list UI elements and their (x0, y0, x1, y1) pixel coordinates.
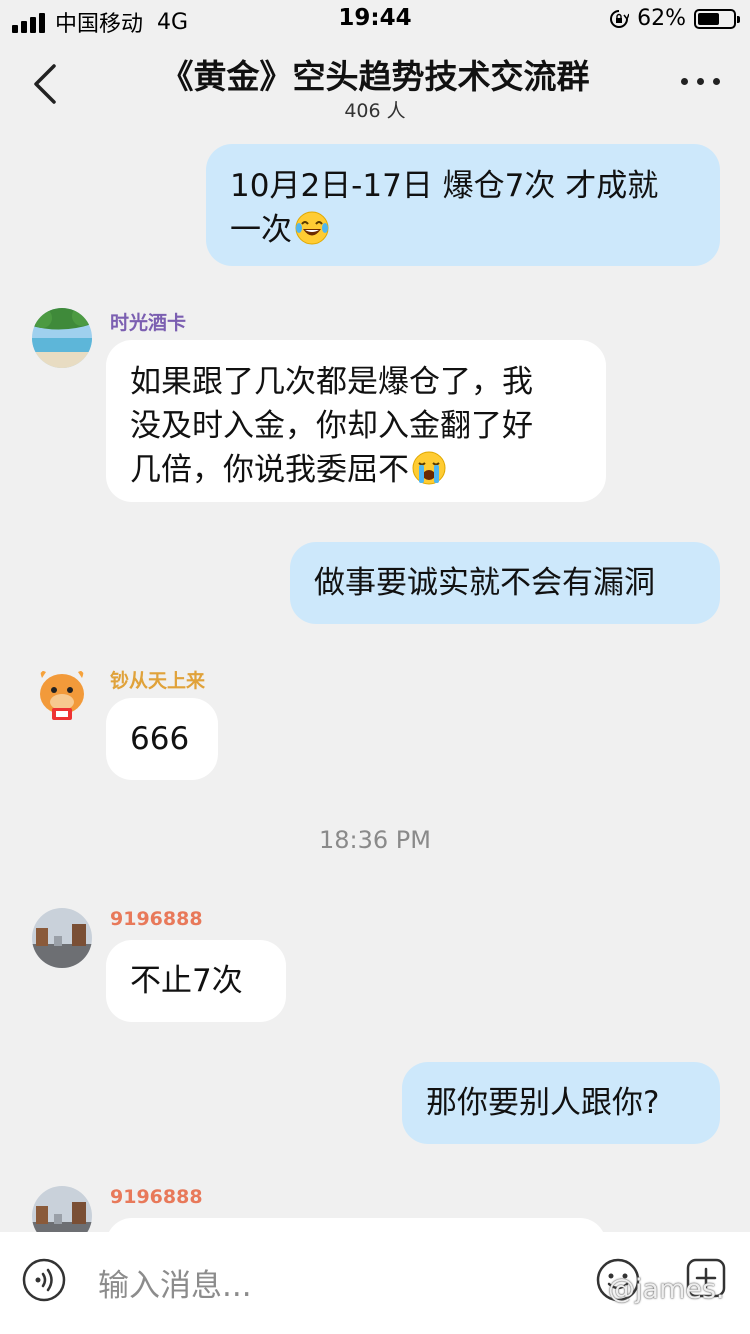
battery-icon (694, 8, 740, 29)
message-text: 不止7次 (130, 963, 243, 999)
message-input[interactable]: 输入消息... (98, 1260, 252, 1305)
message-text-line: 几倍，你说我委屈不 (130, 448, 582, 492)
message-bubble-incoming[interactable]: 666 (106, 698, 218, 780)
message-bubble-outgoing[interactable]: 10月2日-17日 爆仓7次 才成就 一次 (206, 144, 720, 266)
beach-photo-icon (32, 308, 92, 368)
voice-icon[interactable] (22, 1258, 66, 1302)
chat-screen: 中国移动 4G 19:44 62% 《黄金》空头趋势技术交流群 406 人 10… (0, 0, 750, 1334)
group-title: 《黄金》空头趋势技术交流群 (160, 57, 590, 96)
nav-bar: 《黄金》空头趋势技术交流群 406 人 (0, 40, 750, 130)
message-text: 666 (130, 721, 190, 757)
avatar[interactable] (32, 308, 92, 368)
tears-of-joy-emoji-icon (295, 211, 329, 245)
sender-name: 钞从天上来 (110, 670, 206, 692)
message-bubble-incoming[interactable]: 如果跟了几次都是爆仓了，我 没及时入金，你却入金翻了好 几倍，你说我委屈不 (106, 340, 606, 502)
sender-name: 9196888 (110, 908, 203, 930)
message-text-line: 没及时入金，你却入金翻了好 (130, 408, 533, 444)
more-icon[interactable] (681, 78, 720, 85)
message-bubble-outgoing[interactable]: 做事要诚实就不会有漏洞 (290, 542, 720, 624)
message-bubble-incoming[interactable]: 不止7次 (106, 940, 286, 1022)
member-count: 406 人 (344, 100, 406, 122)
rotation-lock-icon (610, 9, 630, 28)
watermark: @james. (608, 1274, 725, 1305)
message-bubble-outgoing[interactable]: 那你要别人跟你? (402, 1062, 720, 1144)
sender-name: 时光酒卡 (110, 312, 187, 334)
time-divider: 18:36 PM (319, 826, 431, 854)
message-text-line: 如果跟了几次都是爆仓了，我 (130, 364, 533, 400)
battery-fill (698, 12, 719, 25)
message-text: 那你要别人跟你? (426, 1085, 660, 1121)
message-text: 做事要诚实就不会有漏洞 (314, 565, 655, 601)
cartoon-ox-icon (40, 670, 84, 720)
status-right: 62% (609, 6, 740, 31)
message-text-line: 一次 (230, 208, 696, 252)
message-text-line: 10月2日-17日 爆仓7次 才成就 (230, 168, 659, 204)
avatar[interactable] (32, 908, 92, 968)
loudly-crying-emoji-icon (412, 451, 446, 485)
battery-percent: 62% (637, 6, 686, 31)
sender-name: 9196888 (110, 1186, 203, 1208)
avatar[interactable] (32, 664, 92, 724)
city-photo-icon (32, 908, 92, 968)
status-bar: 中国移动 4G 19:44 62% (0, 0, 750, 40)
